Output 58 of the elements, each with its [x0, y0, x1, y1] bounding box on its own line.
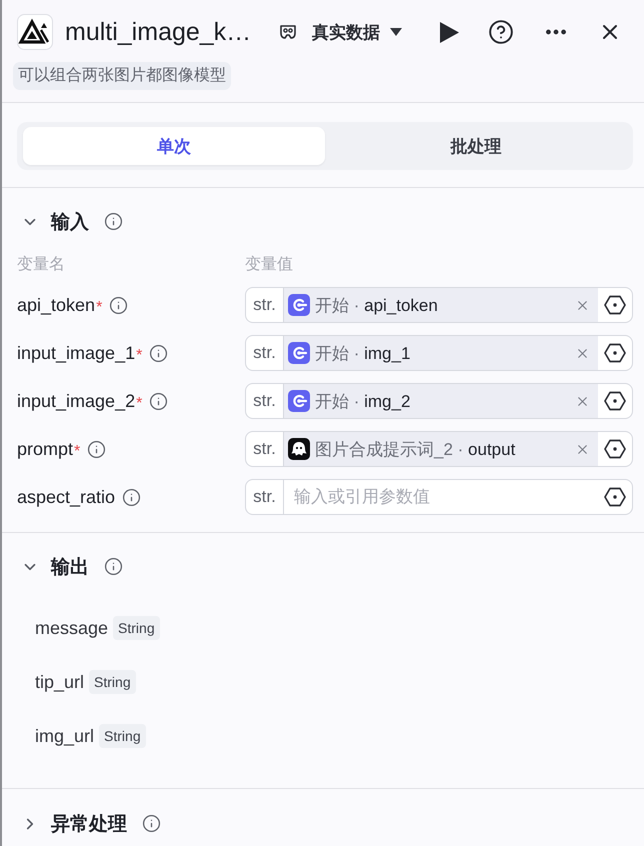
- info-icon[interactable]: [122, 488, 142, 506]
- help-icon[interactable]: [488, 19, 514, 45]
- output-name: img_url: [35, 726, 94, 746]
- param-name: api_token: [17, 294, 96, 316]
- section-title: 输入: [51, 210, 89, 234]
- tab[interactable]: 单次: [23, 127, 325, 165]
- caret-icon: [390, 28, 402, 36]
- info-icon[interactable]: [104, 557, 123, 576]
- start-node-icon: [288, 342, 310, 364]
- variable-field[interactable]: str. 开始 · img_1: [245, 335, 633, 371]
- variable-field[interactable]: str. 开始 · api_token: [245, 287, 633, 323]
- info-icon[interactable]: [104, 212, 123, 231]
- required-mark: *: [136, 395, 142, 413]
- hexagon-icon[interactable]: [604, 390, 626, 412]
- start-node-icon: [288, 390, 310, 412]
- param-name: aspect_ratio: [17, 486, 116, 508]
- description-tag: 可以组合两张图片都图像模型: [13, 62, 231, 90]
- window-title: multi_image_k…: [65, 18, 252, 46]
- param-name: input_image_1: [17, 342, 136, 364]
- info-icon[interactable]: [149, 344, 168, 362]
- info-icon[interactable]: [87, 440, 106, 458]
- type-tag: String: [89, 670, 136, 694]
- variable-field[interactable]: str. 开始 · img_2: [245, 383, 633, 419]
- output-name: message: [35, 618, 108, 638]
- input-field[interactable]: 输入或引用参数值: [284, 480, 598, 514]
- type-tag: String: [113, 616, 160, 640]
- reference-text: 开始 · api_token: [315, 294, 439, 316]
- required-mark: *: [96, 299, 102, 317]
- reference-text: 开始 · img_2: [315, 390, 412, 412]
- column-header: 变量名: [17, 254, 66, 274]
- tab[interactable]: 批处理: [325, 127, 627, 165]
- start-node-icon: [288, 294, 310, 316]
- type-label: str.: [246, 480, 284, 514]
- output-name: tip_url: [35, 672, 84, 692]
- reference-text: 开始 · img_1: [315, 342, 412, 364]
- variable-field[interactable]: str. 输入或引用参数值: [245, 479, 633, 515]
- data-mode-dropdown[interactable]: 真实数据: [312, 20, 402, 44]
- info-icon[interactable]: [149, 392, 168, 410]
- logo-icon: [17, 14, 53, 50]
- info-icon[interactable]: [142, 814, 161, 833]
- ghost-icon: [288, 438, 310, 460]
- section-title: 异常处理: [51, 812, 127, 836]
- column-header: 变量值: [245, 254, 294, 274]
- param-name: prompt: [17, 438, 74, 460]
- info-icon[interactable]: [109, 296, 128, 314]
- required-mark: *: [136, 347, 142, 365]
- hexagon-icon[interactable]: [604, 486, 626, 508]
- type-tag: String: [99, 724, 146, 748]
- reference-text: 图片合成提示词_2 · output: [315, 438, 516, 460]
- mask-icon: [278, 22, 298, 42]
- required-mark: *: [74, 443, 80, 461]
- play-icon[interactable]: [440, 22, 459, 42]
- section-title: 输出: [51, 556, 89, 580]
- hexagon-icon[interactable]: [604, 438, 626, 460]
- param-name: input_image_2: [17, 390, 136, 412]
- hexagon-icon[interactable]: [604, 342, 626, 364]
- hexagon-icon[interactable]: [604, 294, 626, 316]
- variable-field[interactable]: str. 图片合成提示词_2 · output: [245, 431, 633, 467]
